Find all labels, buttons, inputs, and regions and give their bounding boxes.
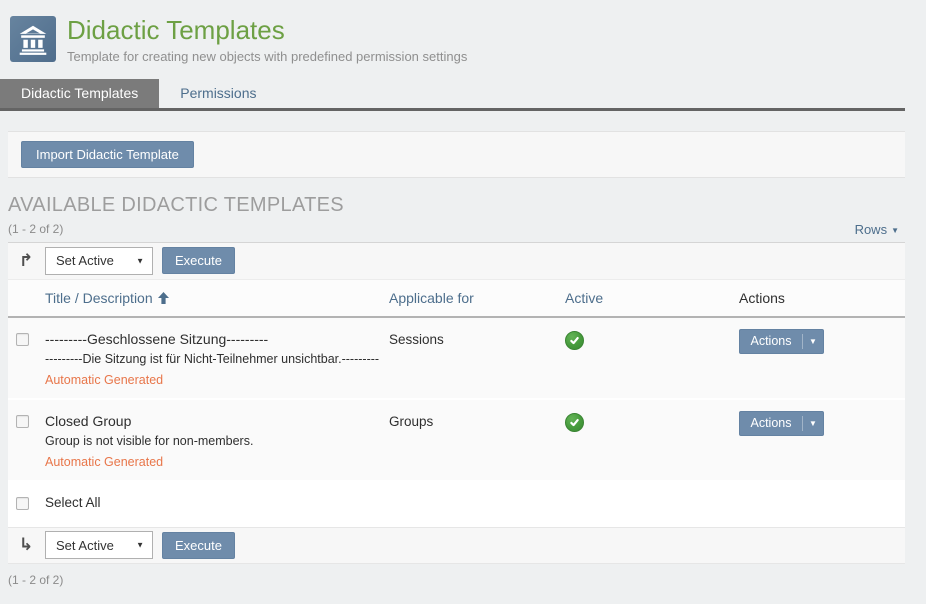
caret-down-icon: ▼: [803, 330, 823, 353]
template-auto-generated-tag: Automatic Generated: [45, 455, 389, 469]
row-actions-cell: Actions ▼: [739, 413, 905, 436]
template-auto-generated-tag: Automatic Generated: [45, 373, 389, 387]
applicable-for-value: Sessions: [389, 331, 565, 347]
arrow-turn-up-right-icon: ↱: [16, 251, 36, 271]
column-header-label: Title / Description: [45, 290, 153, 306]
active-status-cell: [565, 331, 739, 352]
tab-bar: Didactic Templates Permissions: [0, 79, 905, 111]
table-row: ---------Geschlossene Sitzung--------- -…: [8, 318, 905, 400]
range-indicator-bottom: (1 - 2 of 2): [8, 573, 905, 587]
actions-dropdown-button[interactable]: Actions ▼: [739, 329, 824, 354]
row-checkbox[interactable]: [16, 415, 29, 428]
row-title-cell: Closed Group Group is not visible for no…: [45, 413, 389, 469]
bulk-action-select-wrap-top: Set Active ▼: [45, 247, 153, 275]
actions-button-label: Actions: [740, 412, 802, 435]
check-circle-icon: [565, 413, 584, 432]
table-header-row: Title / Description Applicable for Activ…: [8, 280, 905, 318]
column-header-title-description[interactable]: Title / Description: [45, 290, 389, 307]
bulk-action-select-wrap-bottom: Set Active ▼: [45, 531, 153, 559]
select-all-checkbox[interactable]: [16, 497, 29, 510]
select-all-label: Select All: [45, 495, 389, 510]
row-checkbox-cell: [8, 331, 45, 351]
applicable-for-value: Groups: [389, 413, 565, 429]
table-row: Closed Group Group is not visible for no…: [8, 400, 905, 482]
import-didactic-template-button[interactable]: Import Didactic Template: [21, 141, 194, 168]
page-header: Didactic Templates Template for creating…: [0, 0, 905, 64]
column-header-actions: Actions: [739, 290, 905, 306]
range-indicator-top: (1 - 2 of 2): [8, 222, 63, 236]
execute-button-top[interactable]: Execute: [162, 247, 235, 274]
sort-ascending-icon: [158, 291, 169, 307]
column-header-applicable-for[interactable]: Applicable for: [389, 290, 565, 306]
execute-button-bottom[interactable]: Execute: [162, 532, 235, 559]
page-subtitle: Template for creating new objects with p…: [67, 49, 467, 64]
row-checkbox-cell: [8, 413, 45, 433]
row-checkbox[interactable]: [16, 333, 29, 346]
table-title: AVAILABLE DIDACTIC TEMPLATES: [8, 194, 905, 217]
template-description: Group is not visible for non-members.: [45, 434, 389, 448]
institution-icon: [10, 16, 56, 62]
template-description: ---------Die Sitzung ist für Nicht-Teiln…: [45, 352, 389, 366]
rows-dropdown-label: Rows: [855, 222, 888, 237]
arrow-turn-down-right-icon: ↳: [16, 535, 36, 555]
template-title: ---------Geschlossene Sitzung---------: [45, 331, 389, 347]
table-meta: (1 - 2 of 2) Rows▼: [8, 222, 905, 237]
column-header-active[interactable]: Active: [565, 290, 739, 306]
caret-down-icon: ▼: [803, 412, 823, 435]
row-actions-cell: Actions ▼: [739, 331, 905, 354]
main-content: Didactic Templates Template for creating…: [0, 0, 905, 587]
bulk-toolbar-bottom: ↳ Set Active ▼ Execute: [8, 527, 905, 564]
bulk-action-select-bottom[interactable]: Set Active: [45, 531, 153, 559]
rows-dropdown[interactable]: Rows▼: [855, 222, 905, 237]
caret-down-icon: ▼: [891, 226, 899, 235]
active-status-cell: [565, 413, 739, 434]
row-title-cell: ---------Geschlossene Sitzung--------- -…: [45, 331, 389, 387]
template-title: Closed Group: [45, 413, 389, 429]
page-header-text: Didactic Templates Template for creating…: [67, 16, 467, 64]
bulk-toolbar-top: ↱ Set Active ▼ Execute: [8, 243, 905, 280]
check-circle-icon: [565, 331, 584, 350]
tab-didactic-templates[interactable]: Didactic Templates: [0, 79, 159, 108]
bulk-action-select-top[interactable]: Set Active: [45, 247, 153, 275]
didactic-templates-table: ↱ Set Active ▼ Execute Title / Descripti…: [8, 242, 905, 564]
tab-permissions[interactable]: Permissions: [159, 79, 277, 108]
select-all-checkbox-cell: [8, 495, 45, 515]
actions-button-label: Actions: [740, 330, 802, 353]
select-all-row: Select All: [8, 482, 905, 527]
import-toolbar: Import Didactic Template: [8, 131, 905, 178]
actions-dropdown-button[interactable]: Actions ▼: [739, 411, 824, 436]
page-title: Didactic Templates: [67, 16, 467, 46]
